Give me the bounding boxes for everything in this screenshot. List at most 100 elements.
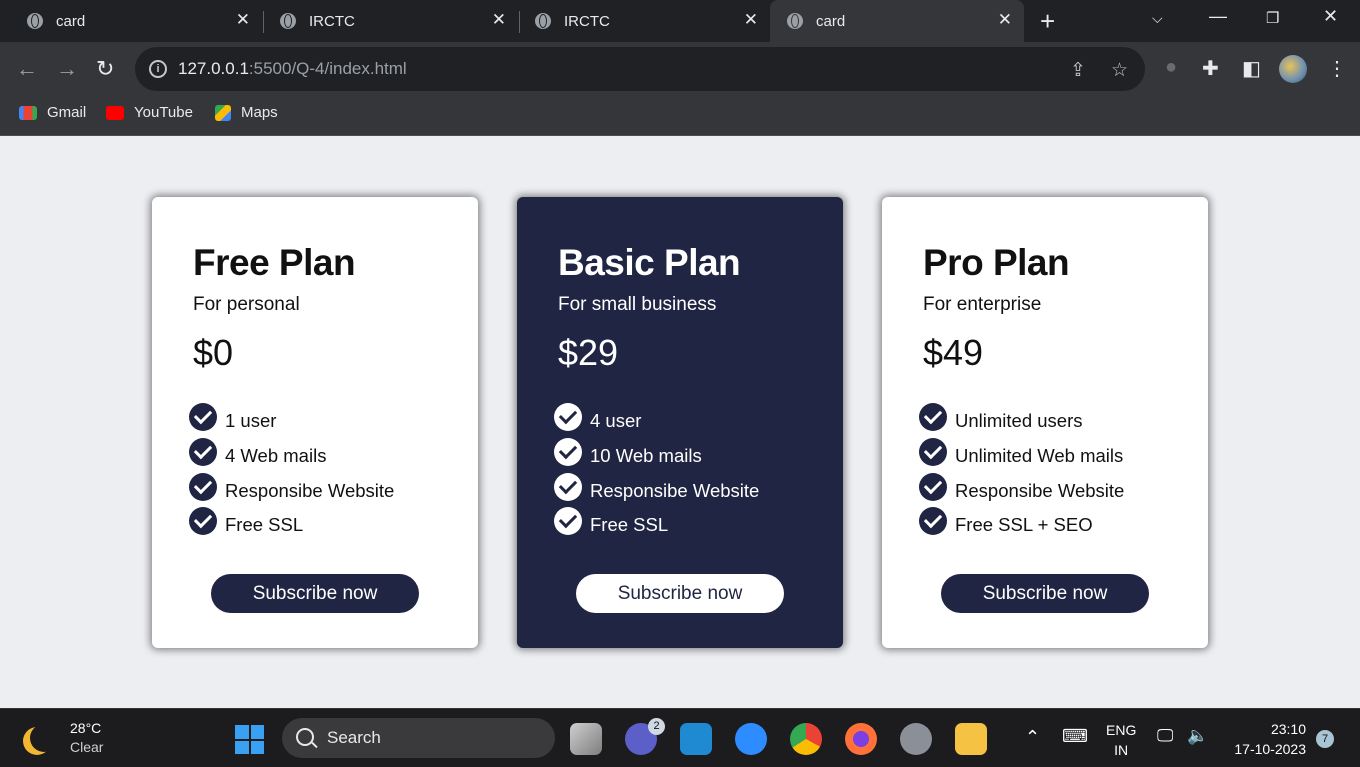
clock-time: 23:10: [1270, 721, 1306, 737]
menu-kebab-icon[interactable]: ⋮: [1327, 56, 1347, 81]
plan-subtitle: For small business: [558, 294, 717, 315]
feature-item: Responsibe Website: [189, 472, 478, 508]
feature-item: Responsibe Website: [919, 472, 1208, 508]
search-label: Search: [327, 728, 381, 747]
feature-list: 4 user 10 Web mails Responsibe Website F…: [554, 403, 843, 543]
tab-title: card: [56, 12, 86, 30]
url-text[interactable]: 127.0.0.1:5500/Q-4/index.html: [178, 59, 407, 79]
minimize-button[interactable]: —: [1209, 6, 1227, 27]
extensions-puzzle-icon[interactable]: ✚: [1202, 56, 1219, 81]
clock[interactable]: 23:10 17-10-2023: [1228, 719, 1306, 759]
feature-text: Unlimited users: [955, 410, 1083, 432]
plan-price: $0: [193, 332, 234, 373]
windows-start-icon[interactable]: [235, 725, 264, 754]
globe-icon: [27, 13, 43, 29]
zoom-icon[interactable]: [735, 723, 767, 755]
keyboard-icon[interactable]: ⌨: [1062, 726, 1088, 747]
vscode-icon[interactable]: [680, 723, 712, 755]
feature-item: 4 user: [554, 403, 843, 439]
back-button[interactable]: ←: [16, 56, 38, 82]
settings-gear-icon[interactable]: [900, 723, 932, 755]
globe-icon: [280, 13, 296, 29]
bookmark-maps[interactable]: Maps: [215, 104, 278, 121]
weather-widget[interactable]: 28°C Clear: [22, 719, 103, 757]
bookmark-youtube[interactable]: YouTube: [106, 104, 193, 121]
volume-icon[interactable]: 🔈: [1187, 726, 1208, 746]
side-panel-icon[interactable]: ◧: [1242, 56, 1261, 81]
profile-avatar[interactable]: [1279, 55, 1307, 83]
tab-card-1[interactable]: card ✕: [0, 0, 262, 42]
plan-price: $49: [923, 332, 984, 373]
feature-item: Unlimited Web mails: [919, 438, 1208, 474]
gmail-icon: [19, 105, 37, 120]
tab-strip: card ✕ IRCTC ✕ IRCTC ✕ card ✕ + ⌵ — ❐ ✕: [0, 0, 1360, 42]
tab-card-active[interactable]: card ✕: [770, 0, 1024, 42]
share-icon[interactable]: ⇪: [1070, 59, 1086, 82]
plan-card-pro: Pro Plan For enterprise $49 Unlimited us…: [882, 197, 1208, 648]
feature-list: Unlimited users Unlimited Web mails Resp…: [919, 403, 1208, 543]
plan-card-basic: Basic Plan For small business $29 4 user…: [517, 197, 843, 648]
plan-title: Pro Plan: [923, 242, 1070, 283]
language-code: ENG: [1106, 722, 1137, 738]
address-bar[interactable]: i 127.0.0.1:5500/Q-4/index.html ⇪ ☆: [135, 47, 1145, 91]
bookmark-gmail[interactable]: Gmail: [19, 104, 86, 121]
feature-item: 1 user: [189, 403, 478, 439]
check-circle-icon: [554, 472, 582, 501]
moon-icon: [30, 724, 58, 752]
restore-button[interactable]: ❐: [1266, 9, 1279, 27]
check-circle-icon: [919, 438, 947, 467]
url-path: :5500/Q-4/index.html: [248, 59, 407, 78]
subscribe-button-free[interactable]: Subscribe now: [211, 574, 419, 613]
check-circle-icon: [554, 507, 582, 536]
site-info-icon[interactable]: i: [149, 60, 167, 78]
check-circle-icon: [919, 403, 947, 432]
feature-item: 10 Web mails: [554, 438, 843, 474]
tab-title: IRCTC: [309, 12, 355, 30]
feature-text: 1 user: [225, 410, 277, 432]
tab-title: IRCTC: [564, 12, 610, 30]
check-circle-icon: [189, 403, 217, 432]
feature-text: 4 Web mails: [225, 445, 327, 467]
language-indicator[interactable]: ENG IN: [1106, 720, 1136, 760]
chevron-up-icon[interactable]: ⌃: [1025, 727, 1040, 748]
firefox-icon[interactable]: [845, 723, 877, 755]
close-icon[interactable]: ✕: [744, 10, 758, 30]
globe-icon: [535, 13, 551, 29]
tab-title: card: [816, 12, 846, 30]
task-view-icon[interactable]: [570, 723, 602, 755]
taskbar-search[interactable]: Search: [282, 718, 555, 758]
close-window-button[interactable]: ✕: [1323, 6, 1338, 27]
check-circle-icon: [189, 438, 217, 467]
check-circle-icon: [189, 507, 217, 536]
tab-irctc-2[interactable]: IRCTC ✕: [520, 0, 770, 42]
close-icon[interactable]: ✕: [492, 10, 506, 30]
close-icon[interactable]: ✕: [236, 10, 250, 30]
network-icon[interactable]: 🖵: [1157, 726, 1173, 746]
bookmarks-bar: Gmail YouTube Maps: [0, 96, 1360, 136]
extension-icon[interactable]: ●: [1165, 56, 1177, 79]
tab-search-icon[interactable]: ⌵: [1152, 10, 1163, 27]
reload-button[interactable]: ↻: [96, 56, 114, 82]
subscribe-button-basic[interactable]: Subscribe now: [576, 574, 784, 613]
url-host: 127.0.0.1: [178, 59, 249, 78]
check-circle-icon: [919, 507, 947, 536]
feature-text: Free SSL: [225, 514, 304, 536]
notification-badge[interactable]: 7: [1316, 730, 1334, 748]
page-viewport: Free Plan For personal $0 1 user 4 Web m…: [0, 136, 1360, 708]
close-icon[interactable]: ✕: [998, 10, 1012, 30]
weather-condition: Clear: [70, 739, 104, 755]
bookmark-star-icon[interactable]: ☆: [1111, 59, 1128, 82]
tab-irctc-1[interactable]: IRCTC ✕: [264, 0, 518, 42]
feature-text: Responsibe Website: [590, 479, 760, 501]
globe-icon: [787, 13, 803, 29]
file-explorer-icon[interactable]: [955, 723, 987, 755]
forward-button[interactable]: →: [56, 56, 78, 82]
check-circle-icon: [554, 403, 582, 432]
plan-subtitle: For personal: [193, 294, 300, 315]
new-tab-button[interactable]: +: [1040, 6, 1055, 37]
plan-price: $29: [558, 332, 619, 373]
teams-chat-icon[interactable]: 2: [625, 718, 665, 755]
maps-icon: [215, 104, 231, 121]
chrome-icon[interactable]: [790, 723, 822, 755]
subscribe-button-pro[interactable]: Subscribe now: [941, 574, 1149, 613]
